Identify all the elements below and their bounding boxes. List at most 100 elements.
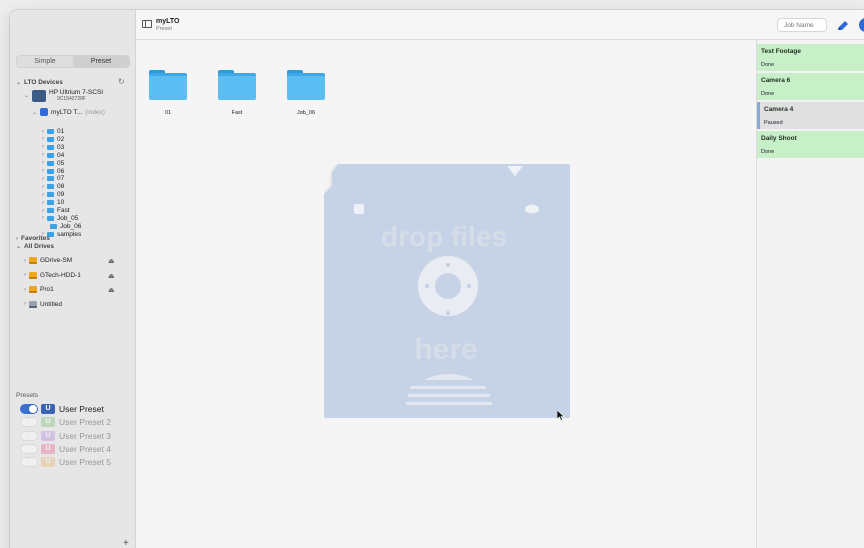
drop-zone[interactable]: drop files here bbox=[324, 164, 570, 418]
drive-icon bbox=[29, 286, 37, 293]
tape-folder-row[interactable]: › 01 bbox=[42, 128, 64, 135]
mouse-cursor-icon bbox=[557, 410, 565, 421]
folder-item[interactable]: 01 bbox=[148, 70, 188, 116]
folder-label: Job_06 bbox=[296, 110, 316, 116]
folder-icon bbox=[47, 152, 54, 158]
preset-row[interactable]: U User Preset 4 bbox=[20, 443, 111, 454]
tape-folder-label: 08 bbox=[57, 183, 65, 191]
chevron-right-icon: › bbox=[24, 257, 26, 264]
chevron-right-icon: › bbox=[42, 168, 44, 174]
tape-folder-row[interactable]: › 06 bbox=[42, 168, 64, 175]
preset-toggle[interactable] bbox=[20, 404, 38, 414]
refresh-icon[interactable]: ↻ bbox=[118, 77, 125, 86]
all-drives-header[interactable]: ⌄ All Drives bbox=[16, 243, 54, 250]
tape-folder-row[interactable]: › Fast bbox=[42, 207, 70, 214]
tape-folder-row[interactable]: › 04 bbox=[42, 152, 64, 159]
job-name: Camera 4 bbox=[764, 106, 794, 113]
tape-folder-row[interactable]: › 10 bbox=[42, 199, 64, 206]
drive-row[interactable]: › Pro1 bbox=[24, 286, 54, 293]
tape-folder-row[interactable]: › 07 bbox=[42, 175, 64, 182]
device-name: HP Ultrium 7-SCSI bbox=[49, 89, 104, 96]
folder-icon bbox=[47, 200, 54, 206]
tape-folder-row[interactable]: › 02 bbox=[42, 136, 64, 143]
eject-icon[interactable]: ⏏ bbox=[108, 257, 115, 265]
app-window: Simple Preset ⌄ LTO Devices ↻ ⌄ HP Ultriu… bbox=[10, 10, 864, 548]
tape-row[interactable]: ⌄ myLTO T... (index) bbox=[32, 108, 105, 116]
folder-icon bbox=[47, 184, 54, 190]
chevron-right-icon: › bbox=[42, 144, 44, 151]
preset-badge: U bbox=[41, 430, 55, 441]
chevron-right-icon: › bbox=[42, 199, 44, 206]
folder-label: 01 bbox=[164, 110, 172, 116]
chevron-right-icon: › bbox=[24, 272, 26, 278]
folder-icon bbox=[47, 168, 54, 174]
chevron-right-icon: › bbox=[24, 301, 26, 307]
preset-badge: U bbox=[41, 404, 55, 414]
job-status: Done bbox=[761, 149, 775, 155]
job-status: Paused bbox=[764, 120, 783, 126]
folder-item[interactable]: Fast bbox=[217, 70, 257, 116]
sidebar-toggle-icon[interactable] bbox=[142, 20, 152, 28]
favorites-label: Favorites bbox=[21, 235, 50, 242]
job-name: Daily Shoot bbox=[761, 135, 797, 142]
drive-row[interactable]: › GDrive-SM bbox=[24, 257, 72, 264]
drive-row[interactable]: › GTech-HDD-1 bbox=[24, 271, 81, 279]
preset-toggle[interactable] bbox=[20, 417, 38, 428]
preset-label: User Preset bbox=[59, 404, 104, 414]
eject-icon[interactable]: ⏏ bbox=[108, 272, 115, 280]
folder-icon bbox=[47, 129, 54, 134]
preset-row[interactable]: U User Preset bbox=[20, 404, 104, 414]
tape-folder-row[interactable]: › 05 bbox=[42, 160, 64, 167]
lto-devices-label: LTO Devices bbox=[24, 79, 63, 86]
chevron-right-icon: › bbox=[42, 207, 44, 214]
folder-icon bbox=[47, 215, 54, 221]
tape-folder-label: 01 bbox=[57, 128, 65, 135]
tape-folder-label: 05 bbox=[57, 159, 65, 167]
eject-icon[interactable]: ⏏ bbox=[108, 286, 115, 294]
drive-row[interactable]: › Untitled bbox=[24, 300, 62, 308]
pencil-icon[interactable] bbox=[836, 19, 850, 37]
add-icon[interactable]: + bbox=[123, 538, 129, 548]
job-name-input[interactable] bbox=[777, 18, 827, 32]
start-button[interactable] bbox=[859, 18, 864, 32]
folder-item[interactable]: Job_06 bbox=[286, 70, 326, 116]
job-item[interactable]: Camera 6 Done bbox=[757, 73, 864, 100]
folder-icon bbox=[50, 223, 57, 229]
tape-folder-row[interactable]: › Job_05 bbox=[42, 215, 78, 222]
device-row[interactable]: ⌄ HP Ultrium 7-SCSI 9C1542728F bbox=[24, 89, 103, 102]
drive-label: GDrive-SM bbox=[40, 257, 73, 264]
preset-toggle[interactable] bbox=[20, 430, 38, 441]
tape-folder-label: 06 bbox=[57, 167, 65, 175]
job-item[interactable]: Daily Shoot Done bbox=[757, 131, 864, 158]
tape-folder-row[interactable]: › 08 bbox=[42, 183, 64, 190]
drive-icon bbox=[29, 300, 37, 308]
job-status: Done bbox=[761, 91, 775, 97]
drive-label: Pro1 bbox=[40, 286, 54, 293]
all-drives-label: All Drives bbox=[24, 243, 55, 250]
preset-row[interactable]: U User Preset 5 bbox=[20, 457, 111, 468]
chevron-right-icon: › bbox=[16, 236, 18, 242]
lto-devices-header[interactable]: ⌄ LTO Devices bbox=[16, 79, 63, 86]
favorites-header[interactable]: › Favorites bbox=[16, 235, 50, 242]
preset-row[interactable]: U User Preset 2 bbox=[20, 417, 111, 428]
job-status: Done bbox=[761, 62, 775, 68]
job-item[interactable]: Test Footage Done bbox=[757, 44, 864, 71]
tape-name: myLTO T... bbox=[51, 108, 83, 116]
sidebar: Simple Preset ⌄ LTO Devices ↻ ⌄ HP Ultriu… bbox=[10, 10, 136, 548]
tape-folder-row[interactable]: › 03 bbox=[42, 144, 64, 151]
preset-toggle[interactable] bbox=[20, 457, 38, 468]
tab-preset[interactable]: Preset bbox=[73, 56, 129, 67]
tape-folder-label: 09 bbox=[57, 191, 65, 199]
tape-folder-row[interactable]: › 09 bbox=[42, 191, 64, 198]
preset-badge: U bbox=[41, 417, 55, 428]
chevron-right-icon: › bbox=[42, 215, 44, 222]
tab-simple[interactable]: Simple bbox=[17, 56, 73, 67]
window-subtitle: Preset bbox=[156, 26, 172, 32]
tape-folder-row[interactable]: Job_06 bbox=[50, 223, 81, 230]
tape-folder-label: samples bbox=[57, 230, 82, 238]
folder-icon bbox=[47, 160, 54, 166]
preset-row[interactable]: U User Preset 3 bbox=[20, 430, 111, 441]
preset-toggle[interactable] bbox=[20, 443, 38, 454]
folder-icon bbox=[47, 208, 54, 213]
job-item[interactable]: Camera 4 Paused bbox=[757, 102, 864, 129]
